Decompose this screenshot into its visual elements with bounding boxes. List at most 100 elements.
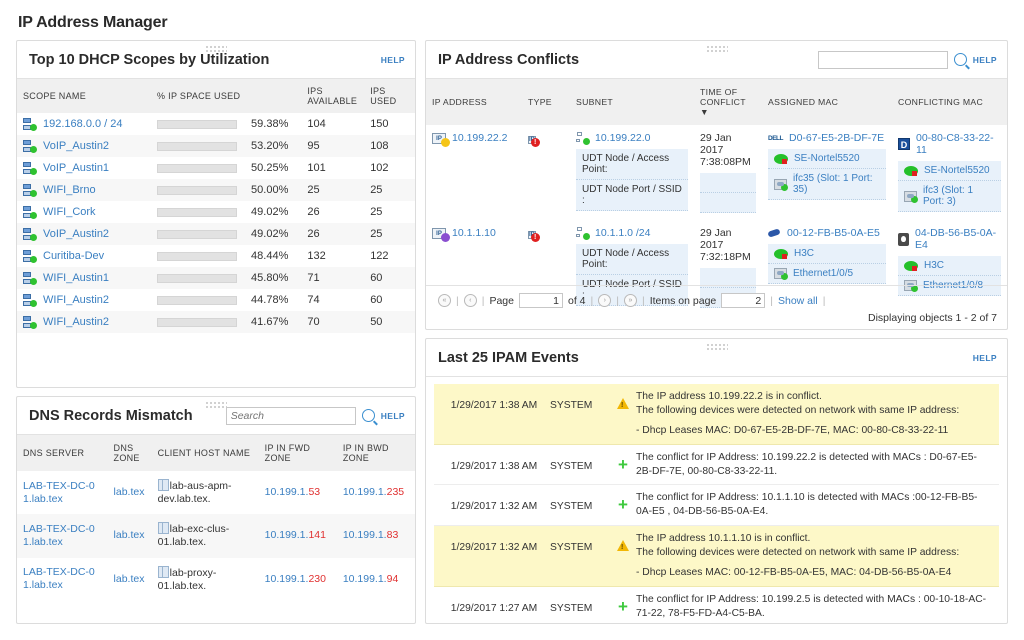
drag-handle-icon[interactable] [706,343,728,351]
scope-name-link[interactable]: WIFI_Austin1 [43,272,109,284]
table-row[interactable]: LAB-TEX-DC-01.lab.texlab.texlab-proxy-01… [17,558,415,601]
drag-handle-icon[interactable] [706,45,728,53]
conflicts-search-group: HELP [818,51,997,69]
ip-fwd-prefix[interactable]: 10.199.1. [265,486,309,498]
col-ip-bwd-zone[interactable]: IP IN BWD ZONE [337,435,415,471]
dns-server-link[interactable]: LAB-TEX-DC-01.lab.tex [23,566,95,591]
dns-zone-link[interactable]: lab.tex [114,529,145,541]
dhcp-scopes-table: SCOPE NAME % IP SPACE USED IPS AVAILABLE… [17,79,415,333]
table-row[interactable]: VoIP_Austin253.20%95108 [17,135,415,157]
col-dns-server[interactable]: DNS SERVER [17,435,108,471]
col-subnet[interactable]: SUBNET [570,79,694,125]
table-row[interactable]: WIFI_Austin244.78%7460 [17,289,415,311]
conflicting-mac-link[interactable]: 00-80-C8-33-22-11 [916,132,1001,156]
scope-name-link[interactable]: WIFI_Cork [43,206,96,218]
col-scope-name[interactable]: SCOPE NAME [17,79,151,113]
dns-server-link[interactable]: LAB-TEX-DC-01.lab.tex [23,523,95,548]
event-row[interactable]: 1/29/2017 1:32 AMSYSTEM+The conflict for… [434,485,999,526]
table-row[interactable]: WIFI_Austin241.67%7050 [17,311,415,333]
dns-zone-link[interactable]: lab.tex [114,486,145,498]
col-ip-address[interactable]: IP ADDRESS [426,79,522,125]
table-row[interactable]: LAB-TEX-DC-01.lab.tex lab.tex lab-exc-clus… [17,514,415,557]
table-row[interactable]: LAB-TEX-DC-01.lab.tex lab.tex lab-aus-apm-… [17,471,415,514]
col-ip-fwd-zone[interactable]: IP IN FWD ZONE [259,435,337,471]
client-host-cell: lab-exc-clus-01.lab.tex. [152,514,259,557]
table-row[interactable]: VoIP_Austin150.25%101102 [17,157,415,179]
event-row[interactable]: 1/29/2017 1:38 AMSYSTEMThe IP address 10… [434,384,999,445]
assigned-port-link[interactable]: ifc35 (Slot: 1 Port: 35) [793,173,880,195]
assigned-node-link[interactable]: SE-Nortel5520 [794,153,860,164]
col-ips-available[interactable]: IPS AVAILABLE [301,79,364,113]
col-dns-zone[interactable]: DNS ZONE [108,435,152,471]
help-link[interactable]: HELP [381,411,405,421]
last-page-button[interactable]: » [624,294,637,307]
col-type[interactable]: TYPE [522,79,570,125]
scope-name-link[interactable]: VoIP_Austin1 [43,162,109,174]
ips-used-cell: 122 [364,245,415,267]
event-row[interactable]: 1/29/2017 1:32 AMSYSTEMThe IP address 10… [434,526,999,587]
scope-name-link[interactable]: VoIP_Austin2 [43,140,109,152]
table-row[interactable]: IP10.199.22.2IP!10.199.22.0UDT Node / Ac… [426,125,1007,220]
items-per-page-input[interactable] [721,293,765,308]
scope-name-link[interactable]: Curitiba-Dev [43,250,104,262]
drag-handle-icon[interactable] [205,45,227,53]
scope-name-link[interactable]: WIFI_Austin2 [43,316,109,328]
scope-name-link[interactable]: VoIP_Austin2 [43,228,109,240]
assigned-mac-link[interactable]: D0-67-E5-2B-DF-7E [789,132,884,144]
scope-name-link[interactable]: WIFI_Austin2 [43,294,109,306]
sort-descending-icon[interactable]: ▼ [700,107,709,117]
conflicting-port-link[interactable]: ifc3 (Slot: 1 Port: 3) [923,185,995,207]
subnet-link[interactable]: 10.199.22.0 [595,132,650,144]
ip-bwd-prefix[interactable]: 10.199.1. [343,529,387,541]
drag-handle-icon[interactable] [205,401,227,409]
scope-name-link[interactable]: 192.168.0.0 / 24 [43,118,123,130]
ip-fwd-prefix[interactable]: 10.199.1. [265,529,309,541]
client-host-cell: lab-aus-apm-dev.lab.tex. [152,471,259,514]
conflicts-search-input[interactable] [818,51,948,69]
event-timestamp: 1/29/2017 1:32 AM [438,532,550,555]
help-link[interactable]: HELP [973,55,997,65]
prev-page-button[interactable]: ‹ [464,294,477,307]
col-client-host-name[interactable]: CLIENT HOST NAME [152,435,259,471]
table-row[interactable]: VoIP_Austin249.02%2625 [17,223,415,245]
ip-fwd-prefix[interactable]: 10.199.1. [265,573,309,585]
search-icon[interactable] [954,53,967,66]
next-page-button[interactable]: › [598,294,611,307]
col-conflicting-mac[interactable]: CONFLICTING MAC [892,79,1007,125]
assigned-node-link[interactable]: H3C [794,248,814,259]
col-assigned-mac[interactable]: ASSIGNED MAC [762,79,892,125]
page-number-input[interactable] [519,293,563,308]
conflicting-node-link[interactable]: H3C [924,260,944,271]
table-row[interactable]: WIFI_Cork49.02%2625 [17,201,415,223]
dns-zone-link[interactable]: lab.tex [114,573,145,585]
utilization-cell: 49.02% [151,223,301,245]
col-ips-used[interactable]: IPS USED [364,79,415,113]
conflicting-node-link[interactable]: SE-Nortel5520 [924,165,990,176]
first-page-button[interactable]: « [438,294,451,307]
udt-port-label: UDT Node Port / SSID : [576,180,688,211]
table-header-row: IP ADDRESS TYPE SUBNET TIME OF CONFLICT … [426,79,1007,125]
event-row[interactable]: 1/29/2017 1:38 AMSYSTEM+The conflict for… [434,445,999,486]
search-icon[interactable] [362,409,375,422]
show-all-link[interactable]: Show all [778,295,818,307]
event-row[interactable]: 1/29/2017 1:27 AMSYSTEM+The conflict for… [434,587,999,623]
table-row[interactable]: WIFI_Brno50.00%2525 [17,179,415,201]
ip-bwd-prefix[interactable]: 10.199.1. [343,573,387,585]
subnet-link[interactable]: 10.1.1.0 /24 [595,227,650,239]
ip-address-link[interactable]: 10.1.1.10 [452,227,496,239]
scope-name-link[interactable]: WIFI_Brno [43,184,96,196]
dns-search-input[interactable] [226,407,356,425]
dns-server-link[interactable]: LAB-TEX-DC-01.lab.tex [23,480,95,505]
help-link[interactable]: HELP [973,353,997,363]
conflicting-mac-link[interactable]: 04-DB-56-B5-0A-E4 [915,227,1001,251]
table-row[interactable]: Curitiba-Dev48.44%132122 [17,245,415,267]
ip-address-link[interactable]: 10.199.22.2 [452,132,507,144]
assigned-mac-link[interactable]: 00-12-FB-B5-0A-E5 [787,227,880,239]
help-link[interactable]: HELP [381,55,405,65]
col-time-of-conflict[interactable]: TIME OF CONFLICT ▼ [694,79,762,125]
col-ip-space-used[interactable]: % IP SPACE USED [151,79,301,113]
ip-bwd-prefix[interactable]: 10.199.1. [343,486,387,498]
table-row[interactable]: 192.168.0.0 / 2459.38%104150 [17,113,415,135]
assigned-port-link[interactable]: Ethernet1/0/5 [793,268,853,279]
table-row[interactable]: WIFI_Austin145.80%7160 [17,267,415,289]
